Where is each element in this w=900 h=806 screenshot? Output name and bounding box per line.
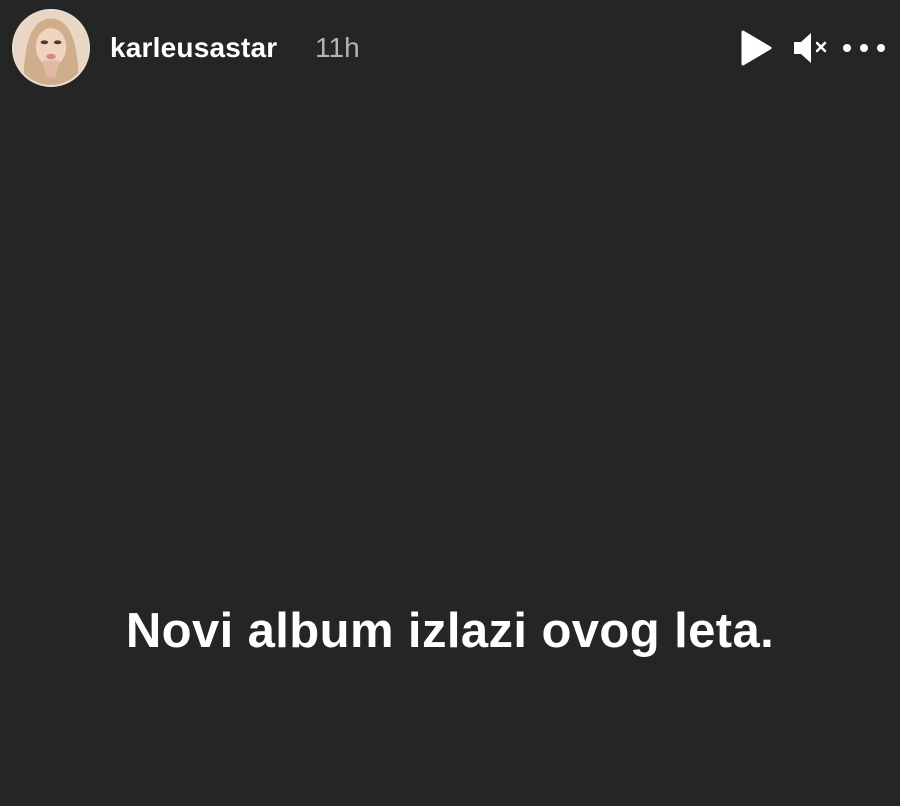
mute-button[interactable]: [786, 24, 834, 72]
timestamp: 11h: [315, 32, 360, 63]
more-options-button[interactable]: [840, 24, 888, 72]
play-button[interactable]: [732, 24, 780, 72]
speaker-muted-icon: [794, 33, 827, 63]
story-controls: [726, 24, 888, 72]
avatar-image: [14, 11, 88, 85]
story-caption: Novi album izlazi ovog leta.: [125, 604, 775, 658]
story-viewer[interactable]: karleusastar 11h Novi album izlazi ovog …: [0, 0, 900, 806]
avatar[interactable]: [12, 9, 90, 87]
username[interactable]: karleusastar: [110, 32, 277, 64]
story-header: karleusastar 11h: [0, 0, 900, 96]
play-icon: [741, 30, 772, 66]
more-horizontal-icon: [843, 44, 885, 52]
